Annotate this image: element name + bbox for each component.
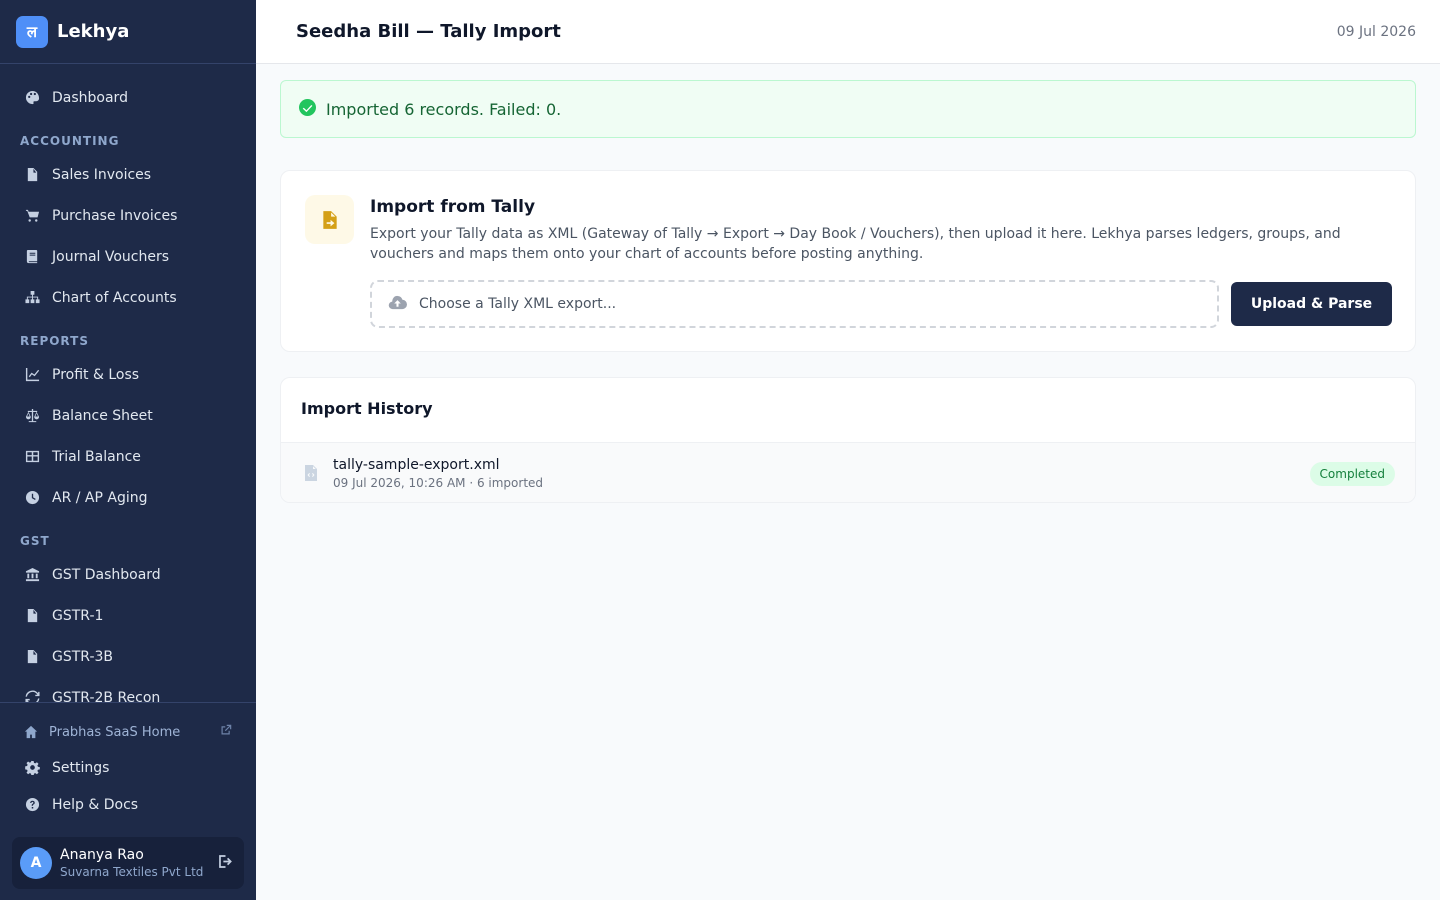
palette-icon — [24, 89, 41, 106]
top-header: Seedha Bill — Tally Import 09 Jul 2026 — [256, 0, 1440, 64]
file-code-icon — [304, 464, 318, 486]
file-picker-input[interactable]: Choose a Tally XML export... — [370, 280, 1219, 328]
section-title-reports: REPORTS — [20, 334, 89, 348]
sidebar-item-label: Chart of Accounts — [52, 289, 177, 306]
section-title-gst: GST — [20, 534, 50, 548]
sidebar: ल Lekhya Dashboard ACCOUNTING Sales Invo… — [0, 0, 256, 900]
gear-icon — [24, 759, 41, 776]
logout-icon[interactable] — [217, 853, 234, 874]
sidebar-item-gstr-2b-recon[interactable]: GSTR-2B Recon — [0, 677, 256, 702]
status-badge: Completed — [1309, 462, 1395, 486]
sidebar-item-balance-sheet[interactable]: Balance Sheet — [0, 395, 256, 436]
sidebar-item-label: Purchase Invoices — [52, 207, 178, 224]
sync-icon — [24, 689, 41, 702]
page-title: Seedha Bill — Tally Import — [296, 21, 561, 42]
sidebar-item-gst-dashboard[interactable]: GST Dashboard — [0, 554, 256, 595]
file-import-icon — [305, 195, 354, 244]
sidebar-item-label: Trial Balance — [52, 448, 141, 465]
clock-icon — [24, 489, 41, 506]
sidebar-item-label: GSTR-1 — [52, 607, 104, 624]
bank-icon — [24, 566, 41, 583]
sitemap-icon — [24, 289, 41, 306]
sidebar-item-purchase-invoices[interactable]: Purchase Invoices — [0, 195, 256, 236]
sidebar-item-label: GST Dashboard — [52, 566, 161, 583]
import-description: Export your Tally data as XML (Gateway o… — [370, 226, 1341, 262]
sidebar-item-settings[interactable]: Settings — [0, 749, 256, 786]
sidebar-item-label: GSTR-3B — [52, 648, 114, 665]
document-icon — [24, 607, 41, 624]
sidebar-item-label: Help & Docs — [52, 796, 139, 813]
sidebar-item-label: Balance Sheet — [52, 407, 153, 424]
avatar: A — [20, 847, 52, 879]
header-date: 09 Jul 2026 — [1336, 23, 1416, 40]
cart-icon — [24, 207, 41, 224]
book-icon — [24, 248, 41, 265]
sidebar-item-label: Settings — [52, 759, 110, 776]
check-circle-icon — [299, 98, 316, 120]
question-circle-icon — [24, 796, 41, 813]
user-info: Ananya Rao Suvarna Textiles Pvt Ltd — [60, 847, 203, 879]
sidebar-item-dashboard[interactable]: Dashboard — [0, 77, 256, 118]
external-link-icon — [220, 724, 232, 740]
sidebar-item-label: Sales Invoices — [52, 166, 152, 183]
sidebar-item-label: Profit & Loss — [52, 366, 140, 383]
import-card: Import from Tally Export your Tally data… — [280, 170, 1416, 352]
upload-parse-button[interactable]: Upload & Parse — [1231, 282, 1392, 326]
document-icon — [24, 166, 41, 183]
sidebar-item-help-docs[interactable]: Help & Docs — [0, 786, 256, 823]
table-row[interactable]: tally-sample-export.xml 09 Jul 2026, 10:… — [281, 442, 1415, 502]
import-history-card: Import History tally-sample-export.xml 0… — [280, 377, 1416, 503]
sidebar-item-label: Dashboard — [52, 89, 128, 106]
user-card[interactable]: A Ananya Rao Suvarna Textiles Pvt Ltd — [12, 837, 244, 889]
user-name: Ananya Rao — [60, 847, 144, 863]
sidebar-item-profit-loss[interactable]: Profit & Loss — [0, 354, 256, 395]
brand[interactable]: ल Lekhya — [0, 0, 256, 64]
brand-logo: ल — [16, 15, 48, 48]
sidebar-footer: Prabhas SaaS Home Settings Help & Docs A… — [0, 702, 256, 889]
sidebar-item-journal-vouchers[interactable]: Journal Vouchers — [0, 236, 256, 277]
sidebar-item-trial-balance[interactable]: Trial Balance — [0, 436, 256, 477]
home-icon — [24, 725, 38, 739]
import-title: Import from Tally — [370, 197, 536, 217]
table-icon — [24, 448, 41, 465]
sidebar-item-ar-ap-aging[interactable]: AR / AP Aging — [0, 477, 256, 518]
brand-name: Lekhya — [57, 21, 130, 42]
home-link-label: Prabhas SaaS Home — [49, 724, 181, 740]
sidebar-item-chart-of-accounts[interactable]: Chart of Accounts — [0, 277, 256, 318]
sidebar-item-label: AR / AP Aging — [52, 489, 148, 506]
cloud-upload-icon — [388, 295, 407, 314]
file-picker-placeholder: Choose a Tally XML export... — [419, 296, 617, 312]
sidebar-item-gstr-1[interactable]: GSTR-1 — [0, 595, 256, 636]
history-file-name: tally-sample-export.xml — [333, 457, 500, 473]
sidebar-item-gstr-3b[interactable]: GSTR-3B — [0, 636, 256, 677]
line-chart-icon — [24, 366, 41, 383]
prabhas-home-link[interactable]: Prabhas SaaS Home — [0, 715, 256, 749]
sidebar-item-label: GSTR-2B Recon — [52, 689, 161, 703]
sidebar-item-label: Journal Vouchers — [52, 248, 170, 265]
history-file-meta: 09 Jul 2026, 10:26 AM · 6 imported — [333, 476, 544, 490]
section-title-accounting: ACCOUNTING — [20, 134, 120, 148]
scale-icon — [24, 407, 41, 424]
sidebar-nav: Dashboard ACCOUNTING Sales Invoices Purc… — [0, 64, 256, 702]
sidebar-item-sales-invoices[interactable]: Sales Invoices — [0, 154, 256, 195]
success-alert: Imported 6 records. Failed: 0. — [280, 80, 1416, 138]
document-icon — [24, 648, 41, 665]
user-org: Suvarna Textiles Pvt Ltd — [60, 865, 204, 879]
alert-message: Imported 6 records. Failed: 0. — [326, 99, 562, 119]
history-title: Import History — [301, 399, 433, 418]
